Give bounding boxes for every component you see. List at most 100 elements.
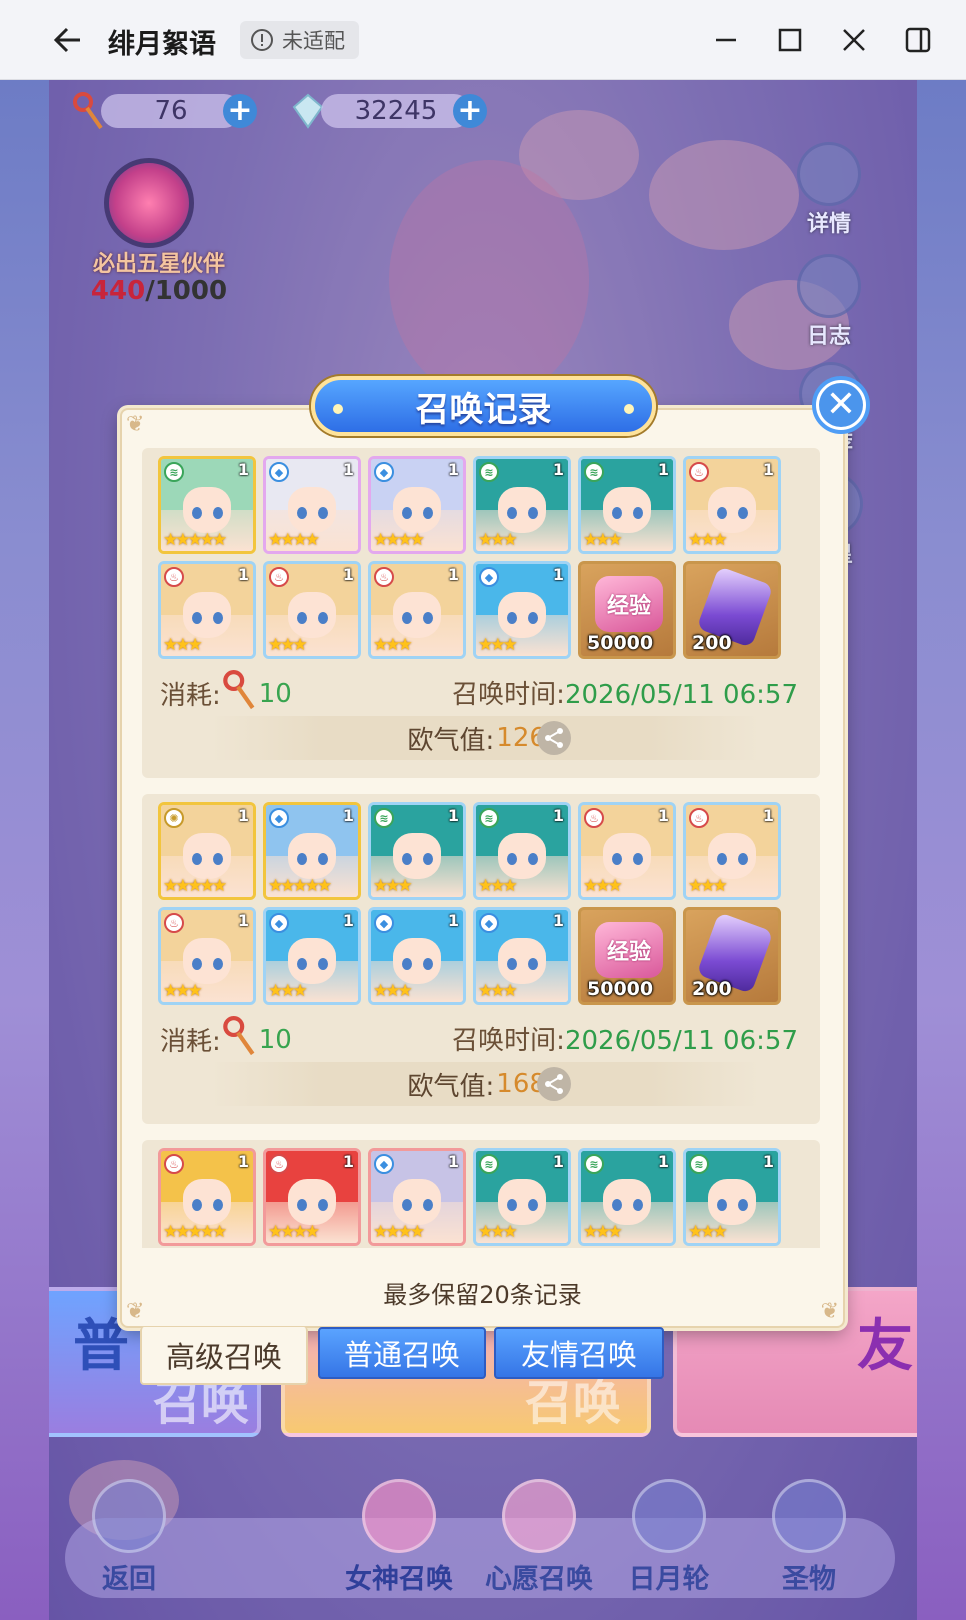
diamond-count: 32245 <box>321 94 471 128</box>
back-button[interactable]: 返回 <box>89 1479 169 1596</box>
reward-card[interactable]: ≋ 1 ★★★ <box>473 456 571 554</box>
warning-icon <box>251 29 273 51</box>
reward-card[interactable]: ◆ 1 ★★★ <box>368 907 466 1005</box>
share-button[interactable] <box>537 721 571 755</box>
wind-element-icon: ≋ <box>479 1154 499 1174</box>
time-label: 召唤时间: <box>452 680 565 710</box>
eye <box>317 506 328 519</box>
reward-card[interactable]: 200 <box>683 907 781 1005</box>
card-level: 1 <box>447 460 459 479</box>
face <box>393 591 441 638</box>
reward-card[interactable]: ♨ 1 ★★★ <box>158 907 256 1005</box>
back-arrow-icon[interactable] <box>48 18 88 62</box>
face <box>498 937 546 984</box>
water-element-icon: ◆ <box>269 913 289 933</box>
wish-summon-tab[interactable]: 心愿召唤 <box>474 1479 604 1596</box>
reward-card[interactable]: ♨ 1 ★★★ <box>263 561 361 659</box>
card-level: 1 <box>762 460 774 479</box>
reward-card[interactable]: 200 <box>683 561 781 659</box>
add-diamonds-button[interactable]: + <box>453 94 487 128</box>
close-window-icon[interactable] <box>834 20 874 60</box>
reward-card[interactable]: ♨ 1 ★★★★ <box>263 1148 361 1246</box>
time-value: 2026/05/11 06:57 <box>564 680 798 710</box>
reward-card[interactable]: ≋ 1 ★★★ <box>578 1148 676 1246</box>
reward-card[interactable]: ◆ 1 ★★★★ <box>368 1148 466 1246</box>
reward-card[interactable]: ◆ 1 ★★★ <box>473 907 571 1005</box>
reward-card[interactable]: 经验 50000 <box>578 561 676 659</box>
reward-card[interactable]: ≋ 1 ★★★ <box>368 802 466 900</box>
face <box>498 486 546 533</box>
face <box>288 832 336 879</box>
reward-card[interactable]: ≋ 1 ★★★ <box>683 1148 781 1246</box>
share-button[interactable] <box>537 1067 571 1101</box>
reward-card[interactable]: ♨ 1 ★★★ <box>683 802 781 900</box>
reward-card[interactable]: ◆ 1 ★★★ <box>263 907 361 1005</box>
face <box>498 1178 546 1225</box>
time-value: 2026/05/11 06:57 <box>564 1026 798 1056</box>
reward-card[interactable]: ≋ 1 ★★★ <box>578 456 676 554</box>
star-rating: ★★★★ <box>268 1222 320 1242</box>
tab-normal-summon[interactable]: 普通召唤 <box>318 1327 486 1379</box>
face <box>708 832 756 879</box>
reward-card[interactable]: ◆ 1 ★★★★★ <box>263 802 361 900</box>
eye <box>527 506 538 519</box>
add-keys-button[interactable]: + <box>223 94 257 128</box>
reward-card[interactable]: ♨ 1 ★★★ <box>683 456 781 554</box>
sunmoon-tab[interactable]: 日月轮 <box>619 1479 719 1596</box>
reward-card[interactable]: ♨ 1 ★★★ <box>578 802 676 900</box>
record-item: ≋ 1 ★★★★★ ◆ 1 ★★★★ ◆ 1 ★★★★ ≋ 1 ★★★ ≋ 1 ★★★ ♨ 1 ★★★ ♨ 1 ★★★ ♨… <box>142 448 820 778</box>
bottom-nav: 返回 女神召唤 心愿召唤 日月轮 圣物 <box>49 1460 917 1620</box>
record-limit-note: 最多保留20条记录 <box>383 1281 582 1309</box>
card-level: 1 <box>657 1152 669 1171</box>
close-dialog-button[interactable]: ✕ <box>812 376 870 434</box>
face <box>183 486 231 533</box>
tab-friend-summon[interactable]: 友情召唤 <box>494 1327 664 1379</box>
reward-card[interactable]: ≋ 1 ★★★★★ <box>158 456 256 554</box>
eye <box>737 506 748 519</box>
reward-card[interactable]: ◆ 1 ★★★★ <box>368 456 466 554</box>
reward-card[interactable]: ♨ 1 ★★★ <box>368 561 466 659</box>
star-rating: ★★★★★ <box>268 876 332 896</box>
reward-card[interactable]: ♨ 1 ★★★★★ <box>158 1148 256 1246</box>
face <box>603 1178 651 1225</box>
reward-card[interactable]: ♨ 1 ★★★ <box>158 561 256 659</box>
detail-button[interactable]: 详情 <box>789 142 869 238</box>
card-level: 1 <box>237 460 249 479</box>
dialog-title: 召唤记录 <box>415 389 552 430</box>
minimize-icon[interactable] <box>706 20 746 60</box>
face <box>393 486 441 533</box>
log-button[interactable]: 日志 <box>789 254 869 350</box>
side-panel-icon[interactable] <box>898 20 938 60</box>
goddess-icon <box>362 1479 436 1553</box>
eye <box>212 611 223 624</box>
reward-card[interactable]: ◆ 1 ★★★ <box>473 561 571 659</box>
pity-progress: 440/1000 <box>84 276 234 306</box>
luck-bar: 欧气值: 1260 <box>210 716 760 760</box>
summon-key-icon <box>221 670 257 717</box>
wind-element-icon: ≋ <box>164 462 184 482</box>
compass-icon <box>632 1479 706 1553</box>
relic-tab[interactable]: 圣物 <box>764 1479 854 1596</box>
maximize-icon[interactable] <box>770 20 810 60</box>
goddess-summon-tab[interactable]: 女神召唤 <box>334 1479 464 1596</box>
fire-element-icon: ♨ <box>689 808 709 828</box>
water-element-icon: ◆ <box>479 567 499 587</box>
face <box>183 1178 231 1225</box>
reward-card[interactable]: 经验 50000 <box>578 907 676 1005</box>
reward-card[interactable]: ≋ 1 ★★★ <box>473 1148 571 1246</box>
card-level: 1 <box>552 565 564 584</box>
summon-key-icon <box>73 92 103 130</box>
reward-card[interactable]: ✺ 1 ★★★★★ <box>158 802 256 900</box>
tab-advanced-summon[interactable]: 高级召唤 <box>140 1327 308 1385</box>
eye <box>317 852 328 865</box>
reward-card[interactable]: ◆ 1 ★★★★ <box>263 456 361 554</box>
summon-time-row: 召唤时间:2026/05/11 06:57 <box>452 1020 798 1057</box>
magnifier-icon <box>797 142 861 206</box>
eye <box>422 957 433 970</box>
face <box>393 1178 441 1225</box>
star-rating: ★★★ <box>373 981 413 1001</box>
reward-card[interactable]: ≋ 1 ★★★ <box>473 802 571 900</box>
record-list[interactable]: ≋ 1 ★★★★★ ◆ 1 ★★★★ ◆ 1 ★★★★ ≋ 1 ★★★ ≋ 1 ★★★ ♨ 1 ★★★ ♨ 1 ★★★ ♨… <box>138 448 828 1248</box>
wind-element-icon: ≋ <box>374 808 394 828</box>
eye <box>632 1198 643 1211</box>
